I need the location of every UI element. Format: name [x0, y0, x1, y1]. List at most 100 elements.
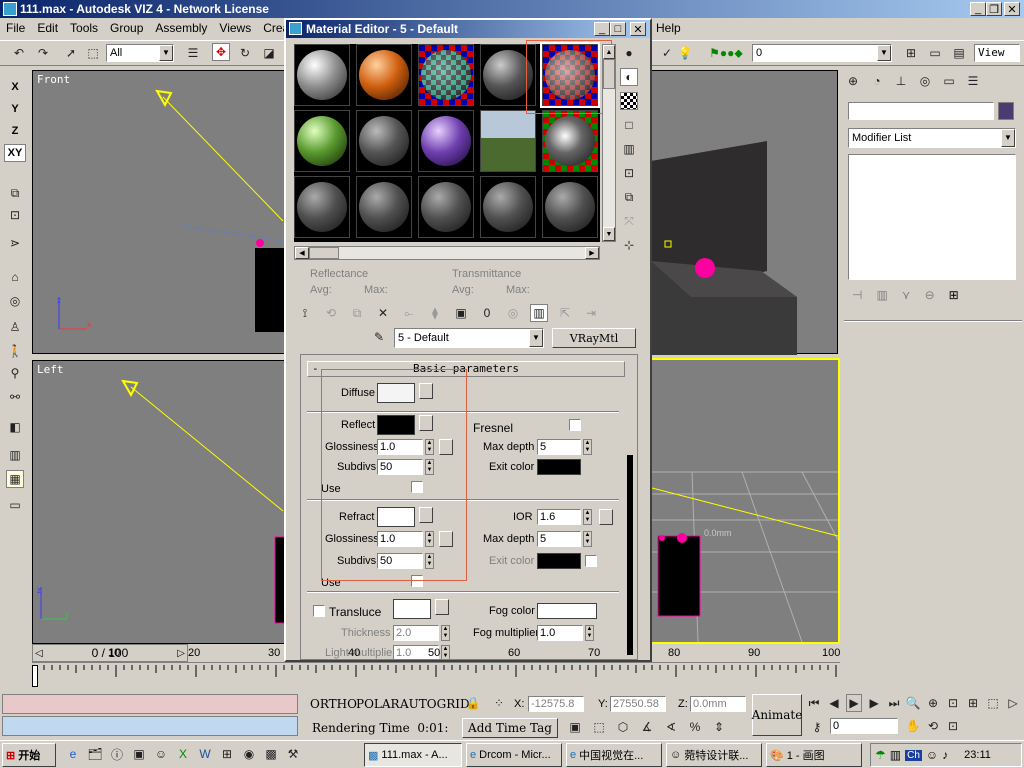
thickness-spinner[interactable]: ▲ ▼ — [441, 625, 450, 641]
view-dropdown[interactable]: View — [974, 44, 1020, 62]
material-effects-channel[interactable]: 0 — [478, 304, 496, 322]
arc-rotate-icon[interactable]: ⟲ — [924, 717, 942, 735]
material-name-field[interactable]: 5 - Default ▼ — [394, 328, 544, 348]
refl-exitcolor-swatch[interactable] — [537, 459, 581, 475]
menu-assembly[interactable]: Assembly — [155, 21, 207, 35]
refr-maxdepth-spinner[interactable]: ▲ ▼ — [583, 531, 592, 547]
menu-tools[interactable]: Tools — [70, 21, 98, 35]
viewport-perspective[interactable]: 0.0mm — [650, 358, 840, 644]
sample-hscroll[interactable]: ◀ ▶ — [294, 246, 600, 260]
sample-slot-9[interactable] — [480, 110, 536, 172]
sample-slot-10[interactable] — [542, 110, 598, 172]
y-coord-field[interactable]: 27550.58 — [610, 696, 666, 712]
z-coord-field[interactable]: 0.0mm — [690, 696, 746, 712]
task-china-vision[interactable]: e 中国视觉在... — [566, 743, 662, 767]
axis-z-button[interactable]: Z — [5, 122, 25, 140]
snap-2d-icon[interactable]: ▣ — [566, 718, 584, 736]
sample-slot-15[interactable] — [542, 176, 598, 238]
key-mode-icon[interactable]: ⚷ — [808, 718, 826, 736]
fresnel-checkbox[interactable] — [569, 419, 581, 431]
animate-button[interactable]: Animate — [752, 694, 802, 736]
material-type-button[interactable]: VRayMtl — [552, 328, 636, 348]
sample-slot-3[interactable] — [418, 44, 474, 106]
go-forward-icon[interactable]: ⇥ — [582, 304, 600, 322]
viewport-left[interactable]: Left z y — [32, 360, 289, 644]
absolute-mode-icon[interactable]: ⁘ — [490, 694, 508, 712]
lightbulb-icon[interactable]: 💡 — [676, 44, 694, 62]
axis-x-button[interactable]: X — [5, 78, 25, 96]
fog-multiplier-field[interactable]: 1.0 — [537, 625, 583, 641]
snap-3d-icon[interactable]: ⬡ — [614, 718, 632, 736]
task-design[interactable]: ☺ 菀特设计联... — [666, 743, 762, 767]
reset-icon[interactable]: ✕ — [374, 304, 392, 322]
translucent-map-button[interactable] — [435, 599, 449, 615]
options-icon[interactable]: ⧉ — [620, 188, 638, 206]
ior-spinner[interactable]: ▲ ▼ — [583, 509, 592, 525]
ie-icon[interactable]: e — [64, 745, 82, 763]
grid-icon[interactable]: ⊞ — [902, 44, 920, 62]
word-icon[interactable]: W — [196, 745, 214, 763]
angle-snap-icon[interactable]: ∡ — [638, 718, 656, 736]
sample-slot-8[interactable] — [418, 110, 474, 172]
mirror-icon[interactable]: ⧉ — [6, 184, 24, 202]
panel-icon[interactable]: ▭ — [6, 496, 24, 514]
tray-app-icon[interactable]: ▥ — [890, 748, 901, 762]
shade-icon[interactable]: ◧ — [6, 418, 24, 436]
fog-multiplier-spinner[interactable]: ▲ ▼ — [585, 625, 594, 641]
bone-icon[interactable]: ⚯ — [6, 388, 24, 406]
layer-dropdown[interactable]: 0 ▼ — [752, 44, 892, 62]
ior-map-button[interactable] — [599, 509, 613, 525]
sample-slot-11[interactable] — [294, 176, 350, 238]
rotate-icon[interactable]: ↻ — [236, 44, 254, 62]
tool-icon[interactable]: ⚒ — [284, 745, 302, 763]
layer-icons[interactable]: ⚑●●⬥ — [696, 44, 756, 62]
spinner-snap-icon[interactable]: ⇕ — [710, 718, 728, 736]
ime-indicator[interactable]: Ch — [905, 749, 922, 761]
shade2-icon[interactable]: ▥ — [6, 446, 24, 464]
hierarchy-tab-icon[interactable]: ⊥ — [892, 72, 910, 90]
fov-icon[interactable]: ▷ — [1004, 694, 1022, 712]
autogrid-toggle[interactable]: AUTOGRID — [400, 697, 470, 711]
angle-snap2-icon[interactable]: ∢ — [662, 718, 680, 736]
sample-type-icon[interactable]: ● — [620, 44, 638, 62]
select-by-name-icon[interactable]: ☰ — [184, 44, 202, 62]
polar-toggle[interactable]: POLAR — [356, 697, 400, 711]
next-frame-icon[interactable]: ▶ — [866, 694, 882, 712]
excel-icon[interactable]: X — [174, 745, 192, 763]
maxscript-listener-bottom[interactable] — [2, 716, 298, 736]
axis-xy-button[interactable]: XY — [4, 144, 26, 162]
refr-maxdepth-field[interactable]: 5 — [537, 531, 581, 547]
maxscript-listener-top[interactable] — [2, 694, 298, 714]
display-tab-icon[interactable]: ▭ — [940, 72, 958, 90]
walk-icon[interactable]: 🚶 — [6, 342, 24, 360]
select-by-material-icon[interactable]: ⤧ — [620, 212, 638, 230]
track-bar[interactable]: 10 20 30 40 50 60 70 80 90 100 — [32, 647, 840, 690]
refl-maxdepth-field[interactable]: 5 — [537, 439, 581, 455]
select-region-icon[interactable]: ⬚ — [84, 44, 102, 62]
create-tab-icon[interactable]: ⊕ — [844, 72, 862, 90]
schematic-icon[interactable]: ▭ — [926, 44, 944, 62]
video-check-icon[interactable]: ▥ — [620, 140, 638, 158]
assign-material-icon[interactable]: ⧉ — [348, 304, 366, 322]
me-maximize-button[interactable]: □ — [610, 22, 626, 36]
percent-snap-icon[interactable]: % — [686, 718, 704, 736]
sample-slot-7[interactable] — [356, 110, 412, 172]
make-unique-icon[interactable]: ⧫ — [426, 304, 444, 322]
translucent-swatch[interactable] — [393, 599, 431, 619]
refr-exitcolor-swatch[interactable] — [537, 553, 581, 569]
grid-toggle-icon[interactable]: ▦ — [6, 470, 24, 488]
make-unique-icon[interactable]: ⋎ — [902, 288, 911, 308]
thickness-field[interactable]: 2.0 — [393, 625, 439, 641]
camera-icon[interactable]: ⌂ — [6, 268, 24, 286]
motion-tab-icon[interactable]: ◎ — [916, 72, 934, 90]
align-icon[interactable]: ⊡ — [6, 206, 24, 224]
start-button[interactable]: ⊞ 开始 — [2, 743, 56, 767]
sample-vscroll[interactable]: ▲ ▼ — [602, 44, 616, 242]
play-icon[interactable]: ▶ — [845, 694, 863, 712]
zoom-extents-icon[interactable]: ⊡ — [944, 694, 962, 712]
image-icon[interactable]: ▣ — [130, 745, 148, 763]
zoom-extents-all-icon[interactable]: ⊞ — [964, 694, 982, 712]
zoom-icon[interactable]: 🔍 — [904, 694, 922, 712]
modifier-list-dropdown[interactable]: Modifier List ▼ — [848, 128, 1016, 148]
array-icon[interactable]: ⋗ — [6, 234, 24, 252]
